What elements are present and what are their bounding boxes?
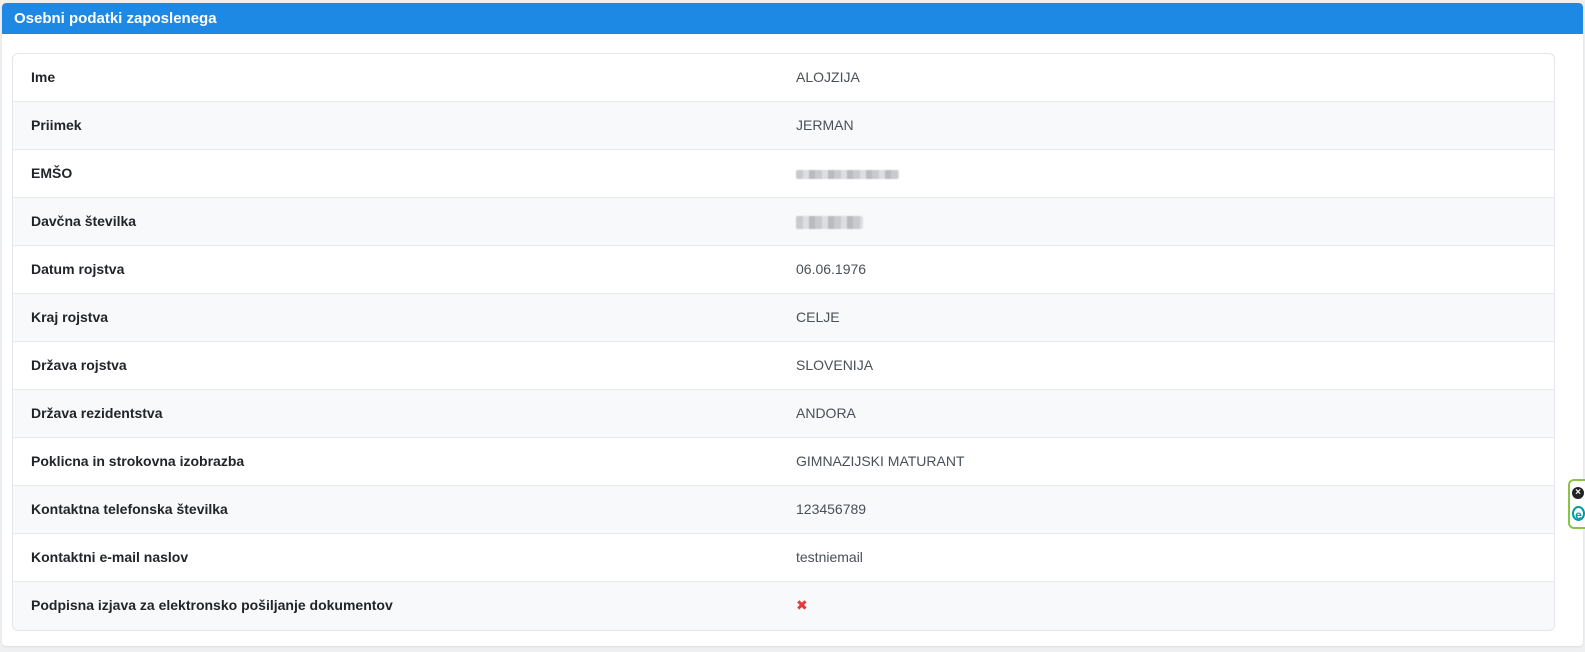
table-row: Poklicna in strokovna izobrazba GIMNAZIJ… (13, 438, 1554, 486)
field-label: Država rojstva (31, 357, 127, 373)
table-row: Ime ALOJZIJA (13, 54, 1554, 102)
field-value: GIMNAZIJSKI MATURANT (796, 453, 965, 469)
field-label: Priimek (31, 117, 82, 133)
field-value: ✖ (796, 582, 808, 629)
field-label: Poklicna in strokovna izobrazba (31, 453, 245, 469)
field-value: testniemail (796, 549, 863, 565)
table-row: Kontaktni e-mail naslov testniemail (13, 534, 1554, 582)
table-row: EMŠO (13, 150, 1554, 198)
field-value: JERMAN (796, 117, 854, 133)
e-logo-icon[interactable]: e (1572, 506, 1585, 522)
table-row: Datum rojstva 06.06.1976 (13, 246, 1554, 294)
field-label: Kontaktna telefonska številka (31, 501, 228, 517)
table-row: Država rezidentstva ANDORA (13, 390, 1554, 438)
field-label: Ime (31, 69, 56, 85)
personal-data-table: Ime ALOJZIJA Priimek JERMAN EMŠO Davčna … (12, 53, 1555, 631)
panel-title: Osebni podatki zaposlenega (2, 3, 1583, 34)
redacted-value (796, 169, 899, 179)
field-label: Davčna številka (31, 213, 137, 229)
field-value: CELJE (796, 309, 840, 325)
close-icon[interactable]: × (1572, 487, 1584, 499)
field-value: ALOJZIJA (796, 69, 860, 85)
personal-data-panel: Osebni podatki zaposlenega Ime ALOJZIJA … (2, 3, 1583, 646)
table-row: Država rojstva SLOVENIJA (13, 342, 1554, 390)
field-label: Kontaktni e-mail naslov (31, 549, 189, 565)
field-value-redacted (796, 198, 863, 245)
field-value: 123456789 (796, 501, 867, 517)
table-row: Podpisna izjava za elektronsko pošiljanj… (13, 582, 1554, 630)
table-row: Priimek JERMAN (13, 102, 1554, 150)
field-label: Podpisna izjava za elektronsko pošiljanj… (31, 597, 393, 613)
redacted-value (796, 215, 863, 229)
field-label: EMŠO (31, 165, 73, 181)
side-extension-widget[interactable]: × e (1568, 479, 1585, 529)
table-row: Kontaktna telefonska številka 123456789 (13, 486, 1554, 534)
field-label: Država rezidentstva (31, 405, 163, 421)
field-value-redacted (796, 150, 899, 197)
table-row: Davčna številka (13, 198, 1554, 246)
x-mark-icon: ✖ (796, 597, 808, 613)
field-value: 06.06.1976 (796, 261, 867, 277)
field-value: SLOVENIJA (796, 357, 874, 373)
field-value: ANDORA (796, 405, 856, 421)
field-label: Kraj rojstva (31, 309, 109, 325)
table-row: Kraj rojstva CELJE (13, 294, 1554, 342)
field-label: Datum rojstva (31, 261, 125, 277)
